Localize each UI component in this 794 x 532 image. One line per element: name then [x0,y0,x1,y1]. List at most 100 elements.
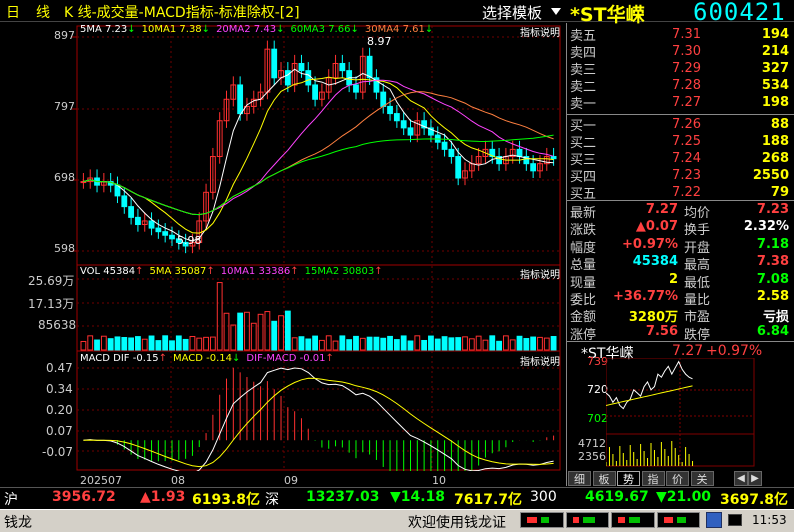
stats-label: 总量 [570,258,597,274]
kline-candle [312,84,318,100]
volume-ylabel-mid: 17.13万 [28,297,75,311]
chart-svg[interactable] [0,23,566,471]
stats-row: 金额 3280万 市盈 亏损 [568,306,792,326]
sell-quote-volume: 194 [761,26,789,42]
stats-label: 涨停 [570,327,597,343]
volume-bar [94,339,100,351]
sell-quote-row[interactable]: 卖四 7.30 214 [568,42,792,61]
volume-bar [441,336,448,351]
macd-ylabel-1: 0.34 [46,382,73,396]
kline-indicator-link[interactable]: 指标说明 [520,24,560,39]
legend-vol-15ma: 15MA2 30803↑ [304,266,383,277]
buy-quote-price: 7.22 [672,185,701,201]
sell-quote-row[interactable]: 卖一 7.27 198 [568,94,792,112]
stats-label: 金额 [570,310,597,326]
user-icon[interactable] [706,512,722,528]
sell-quote-label: 卖一 [570,97,597,113]
volume-bar [407,340,414,351]
volume-bar [373,336,380,351]
volume-bar [114,336,121,351]
volume-bar [550,336,557,351]
stats-value: 2 [668,271,678,287]
kline-candle [448,148,455,158]
volume-bar [230,324,237,351]
mini-vol-label-bot: 2356 [578,450,606,463]
period-line-label[interactable]: 线 [36,2,50,22]
volume-bar [468,338,475,351]
buy-quote-row[interactable]: 买一 7.26 88 [568,115,792,134]
volume-bar [87,335,94,351]
macd-indicator-link[interactable]: 指标说明 [520,353,560,368]
volume-legend: VOL 45384↑ 5MA 35087↑ 10MA1 33386↑ 15MA2… [80,266,383,279]
tab-next-icon[interactable]: ▶ [748,471,762,486]
index-sh-change: ▲1.93 [140,489,186,505]
stats-label: 跌停 [684,327,711,343]
sell-quote-price: 7.30 [672,43,701,59]
legend-macd: MACD -0.14↓ [173,353,241,364]
kline-candle [169,234,175,240]
volume-bar [135,336,141,351]
period-day-label[interactable]: 日 [6,2,20,22]
volume-bar [80,340,87,351]
sell-quote-row[interactable]: 卖二 7.28 534 [568,77,792,95]
sell-quote-row[interactable]: 卖三 7.29 327 [568,59,792,78]
volume-bar [284,310,291,351]
kline-candle [353,84,359,93]
buy-quote-label: 买三 [570,152,597,168]
stats-value: 2.58 [756,289,789,304]
xaxis-label-3: 10 [432,474,446,487]
xaxis-label-2: 09 [284,474,298,487]
volume-bar [482,339,489,351]
volume-bar [319,339,325,351]
buy-quote-row[interactable]: 买三 7.24 268 [568,149,792,168]
buy-quote-row[interactable]: 买四 7.23 2550 [568,167,792,185]
legend-dif: MACD DIF -0.15↑ [80,353,167,364]
index-sz-value[interactable]: 13237.03 [306,489,380,505]
tab-4[interactable]: 价 [666,471,689,486]
kline-ylabel-598: 598 [54,242,75,255]
volume-indicator-link[interactable]: 指标说明 [520,266,560,281]
volume-bar [502,335,509,351]
kline-candle [237,84,244,115]
stats-value: 45384 [632,254,678,270]
macd-ylabel-3: 0.07 [46,424,73,438]
volume-bar [196,337,203,351]
screen-icon[interactable] [728,514,742,526]
tab-0[interactable]: 细 [568,471,591,486]
welcome-ticker: 欢迎使用钱龙证 [408,515,506,531]
volume-bar [366,336,373,351]
volume-bar [400,335,407,351]
buy-quote-price: 7.23 [672,168,701,184]
volume-bar [271,320,278,351]
kline-candle [80,181,87,184]
volume-bar [148,335,155,351]
sell-quote-price: 7.31 [672,26,701,42]
tab-prev-icon[interactable]: ◀ [734,471,748,486]
legend-10ma: 10MA1 7.38↓ [141,24,211,35]
legend-20ma: 20MA2 7.43↓ [216,24,285,35]
kline-candle [148,220,155,229]
macd-ylabel-0: 0.47 [46,361,73,375]
volume-bar [189,335,196,351]
kline-candle [393,113,400,122]
tab-5[interactable]: 关 [690,471,714,486]
stats-value: 3280万 [628,310,678,326]
volume-bar [455,337,462,351]
stats-label: 幅度 [570,240,597,256]
mini-intraday-chart[interactable] [606,358,756,468]
volume-bar [155,340,162,351]
volume-bar [121,337,128,351]
volume-bar [278,315,284,351]
index-cy-value[interactable]: 4619.67 [585,489,649,505]
template-dropdown-icon[interactable] [551,8,561,15]
macd-ylabel-4: -0.07 [42,445,74,459]
tab-2[interactable]: 势 [617,471,640,486]
sell-quote-row[interactable]: 卖五 7.31 194 [568,25,792,44]
tab-1[interactable]: 板 [592,471,616,486]
buy-quote-row[interactable]: 买二 7.25 188 [568,132,792,151]
template-select-button[interactable]: 选择模板 [482,2,542,23]
index-sh-value[interactable]: 3956.72 [52,489,116,505]
index-sz-amount: 7617.7亿 [454,492,523,508]
chart-area[interactable] [0,23,566,471]
tab-3[interactable]: 指 [641,471,665,486]
